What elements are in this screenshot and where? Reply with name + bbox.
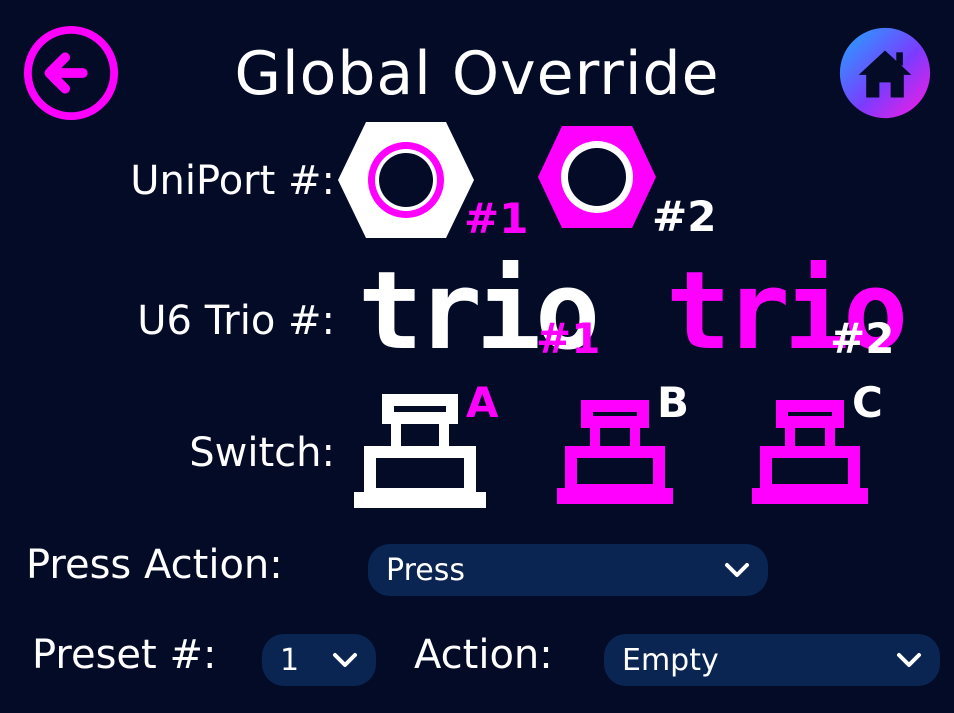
trio-number-1: #1 <box>536 314 601 363</box>
switch-option-b[interactable]: B <box>553 378 723 518</box>
uniport-number-2: #2 <box>652 192 717 241</box>
uniport-hex-icon <box>538 126 656 228</box>
uniport-option-2[interactable]: #2 <box>536 124 736 244</box>
switch-letter-c: C <box>852 378 883 427</box>
uniport-option-1[interactable]: #1 <box>336 118 536 248</box>
preset-value: 1 <box>280 642 300 678</box>
preset-select[interactable]: 1 <box>262 634 376 686</box>
trio-option-2[interactable]: trio #2 <box>666 258 916 372</box>
action-select[interactable]: Empty <box>604 634 940 686</box>
trio-number-2: #2 <box>830 314 895 363</box>
page-title: Global Override <box>234 39 720 109</box>
press-action-select[interactable]: Press <box>368 544 768 596</box>
uniport-hex-icon <box>338 122 474 238</box>
action-label: Action: <box>414 632 553 678</box>
chevron-down-icon <box>725 563 749 577</box>
switch-option-c[interactable]: C <box>748 378 918 518</box>
chevron-down-icon <box>333 653 357 667</box>
home-icon[interactable] <box>838 26 932 120</box>
uniport-label: UniPort #: <box>130 158 335 204</box>
chevron-down-icon <box>897 653 921 667</box>
action-value: Empty <box>622 642 719 678</box>
preset-label: Preset #: <box>32 632 217 678</box>
trio-option-1[interactable]: trio #1 <box>358 258 608 372</box>
uniport-number-1: #1 <box>464 194 529 243</box>
press-action-label: Press Action: <box>26 542 283 588</box>
switch-label: Switch: <box>189 430 335 476</box>
trio-label: U6 Trio #: <box>137 298 335 344</box>
switch-option-a[interactable]: A <box>350 378 520 518</box>
switch-letter-a: A <box>466 378 499 427</box>
press-action-value: Press <box>386 552 465 588</box>
switch-letter-b: B <box>657 378 690 427</box>
